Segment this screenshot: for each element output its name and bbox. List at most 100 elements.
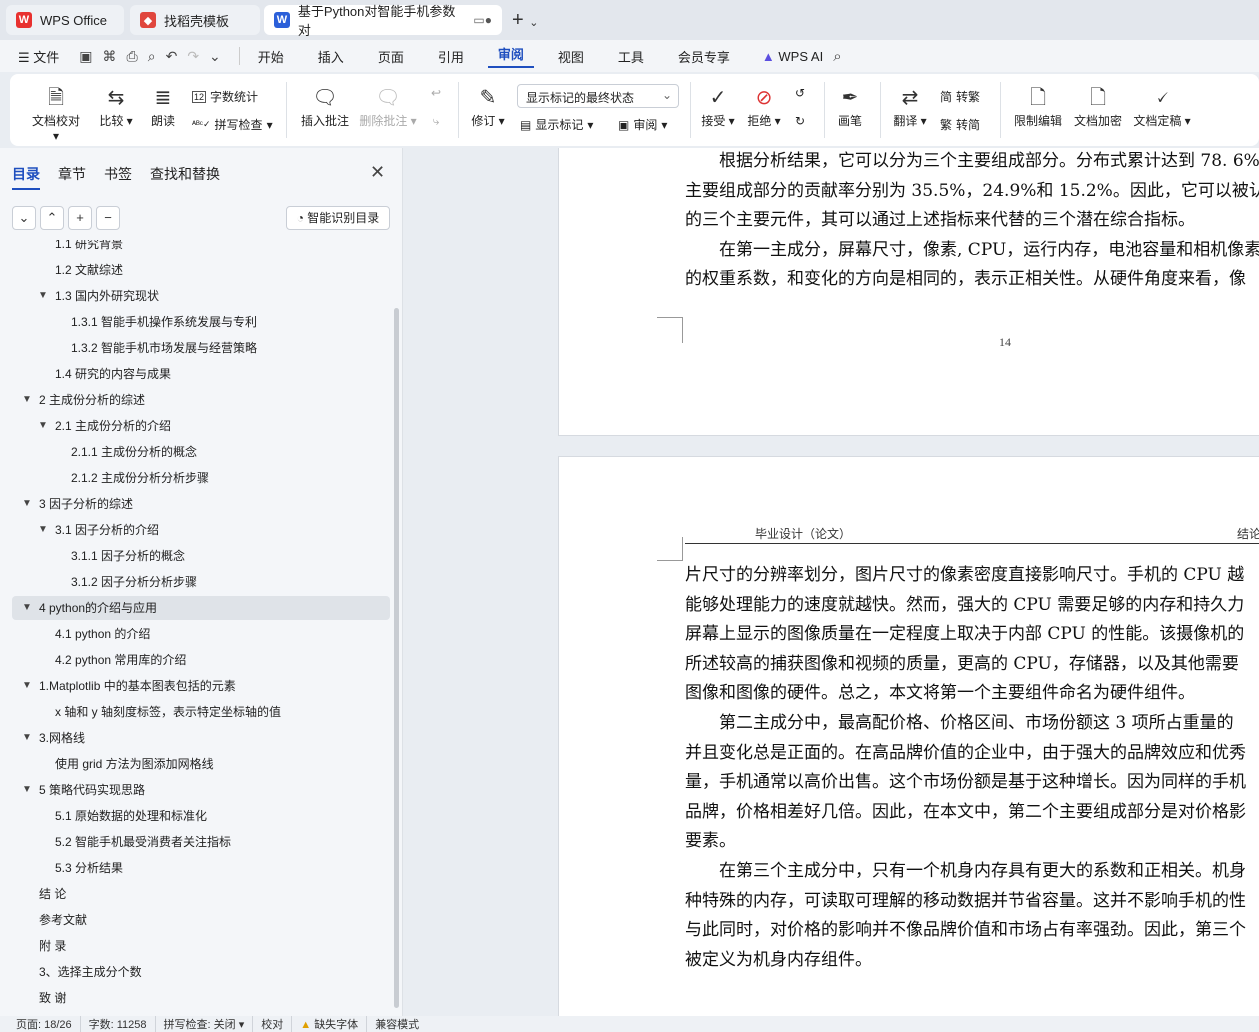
close-icon[interactable]: ✕ <box>370 162 385 183</box>
add-item-icon[interactable]: + <box>68 206 92 230</box>
delete-comment-button[interactable]: 🗨 删除批注 ▾ <box>358 84 418 129</box>
expand-all-icon[interactable]: ⌄ <box>12 206 36 230</box>
revise-button[interactable]: ✎ 修订 ▾ <box>468 84 508 129</box>
menu-home[interactable]: 开始 <box>248 47 294 66</box>
toc-item[interactable]: 2.1.2 主成份分析分析步骤 <box>12 466 390 490</box>
tab-document[interactable]: W 基于Python对智能手机参数对 ▭ ● <box>264 4 502 38</box>
more-dropdown-icon[interactable]: ⌄ <box>209 48 221 65</box>
menu-wps-ai[interactable]: ▲ WPS AI <box>752 49 833 64</box>
toc-item[interactable]: 1.3.2 智能手机市场发展与经营策略 <box>12 336 390 360</box>
toc-item[interactable]: 3.1.1 因子分析的概念 <box>12 544 390 568</box>
expand-triangle-icon[interactable]: ▼ <box>22 388 32 412</box>
toc-item[interactable]: 3.1.2 因子分析分析步骤 <box>12 570 390 594</box>
expand-triangle-icon[interactable]: ▼ <box>22 596 32 620</box>
expand-triangle-icon[interactable]: ▼ <box>38 284 48 308</box>
toc-item[interactable]: 5.3 分析结果 <box>12 856 390 880</box>
expand-triangle-icon[interactable]: ▼ <box>38 518 48 542</box>
toc-item[interactable]: 3、选择主成分个数 <box>12 960 390 984</box>
doc-check-button[interactable]: 🗎 文档校对 ▾ <box>28 84 84 143</box>
toc-item[interactable]: 结 论 <box>12 882 390 906</box>
toc-item[interactable]: 参考文献 <box>12 908 390 932</box>
pen-button[interactable]: ✒ 画笔 <box>834 84 866 129</box>
translate-button[interactable]: ⇄ 翻译 ▾ <box>888 84 932 129</box>
toc-item[interactable]: 2.1.1 主成份分析的概念 <box>12 440 390 464</box>
next-comment-button[interactable]: ⤷ <box>426 114 446 129</box>
spell-check-button[interactable]: ᴬᴮᶜ✓ 拼写检查 ▾ <box>192 116 273 133</box>
compare-button[interactable]: ⇆ 比较 ▾ <box>96 84 136 129</box>
to-traditional-button[interactable]: 简 转繁 <box>940 88 980 105</box>
markup-state-select[interactable]: 显示标记的最终状态 ⌄ <box>517 84 679 108</box>
to-simplified-button[interactable]: 繁 转简 <box>940 116 980 133</box>
remove-item-icon[interactable]: − <box>96 206 120 230</box>
tab-wps-office[interactable]: W WPS Office <box>6 5 124 35</box>
finalize-button[interactable]: 🗸 文档定稿 ▾ <box>1130 84 1194 129</box>
undo-icon[interactable]: ↶ <box>166 48 178 65</box>
toc-item[interactable]: 使用 grid 方法为图添加网格线 <box>12 752 390 776</box>
share-icon[interactable]: ⌘ <box>103 48 117 65</box>
expand-triangle-icon[interactable]: ▼ <box>38 414 48 438</box>
menu-file[interactable]: ☰ 文件 <box>0 47 69 66</box>
reject-button[interactable]: ⊘ 拒绝 ▾ <box>744 84 784 129</box>
toc-item[interactable]: ▼ 2.1 主成份分析的介绍 <box>12 414 390 438</box>
prev-change-button[interactable]: ↺ <box>790 86 810 100</box>
toc-item[interactable]: ▼ 3.1 因子分析的介绍 <box>12 518 390 542</box>
toc-item[interactable]: 5.1 原始数据的处理和标准化 <box>12 804 390 828</box>
toc-item[interactable]: ▼ 5 策略代码实现思路 <box>12 778 390 802</box>
save-icon[interactable]: ▣ <box>79 48 92 65</box>
spell-check-indicator[interactable]: 拼写检查: 关闭 ▾ <box>156 1016 254 1032</box>
page-indicator[interactable]: 页面: 18/26 <box>0 1016 81 1032</box>
toc-item[interactable]: 1.1 研究背景 <box>12 240 390 256</box>
collapse-icon[interactable]: ⌃ <box>40 206 64 230</box>
toc-item[interactable]: 1.4 研究的内容与成果 <box>12 362 390 386</box>
tab-toc[interactable]: 目录 <box>12 164 40 190</box>
toc-item[interactable]: ▼ 1.3 国内外研究现状 <box>12 284 390 308</box>
toc-item[interactable]: 4.2 python 常用库的介绍 <box>12 648 390 672</box>
menu-view[interactable]: 视图 <box>548 47 594 66</box>
expand-triangle-icon[interactable]: ▼ <box>22 674 32 698</box>
toc-item[interactable]: ▼ 2 主成份分析的综述 <box>12 388 390 412</box>
prev-comment-button[interactable]: ↩ <box>426 86 446 100</box>
encrypt-button[interactable]: 🗋 文档加密 <box>1070 84 1126 129</box>
tab-find-replace[interactable]: 查找和替换 <box>150 164 220 190</box>
new-tab-plus-icon[interactable]: + ⌄ <box>512 9 538 32</box>
search-icon[interactable]: ⌕ <box>833 48 841 65</box>
menu-member[interactable]: 会员专享 <box>668 47 740 66</box>
word-count-button[interactable]: 12 字数统计 <box>192 88 258 105</box>
toc-item[interactable]: 致 谢 <box>12 986 390 1010</box>
toc-item[interactable]: 附 录 <box>12 934 390 958</box>
show-markup-button[interactable]: ▤ 显示标记 ▾ <box>520 116 593 133</box>
redo-icon[interactable]: ↷ <box>187 48 199 65</box>
print-preview-icon[interactable]: ⌕ <box>148 48 156 65</box>
menu-page[interactable]: 页面 <box>368 47 414 66</box>
menu-insert[interactable]: 插入 <box>308 47 354 66</box>
document-canvas[interactable]: 根据分析结果，它可以分为三个主要组成部分。分布式累计达到 78. 6% 主要组成部… <box>404 148 1259 1016</box>
read-aloud-button[interactable]: ≣ 朗读 <box>146 84 180 129</box>
toc-item[interactable]: x 轴和 y 轴刻度标签，表示特定坐标轴的值 <box>12 700 390 724</box>
tab-template[interactable]: ◆ 找稻壳模板 <box>130 5 260 35</box>
insert-comment-button[interactable]: 🗨 插入批注 <box>298 84 352 129</box>
print-icon[interactable]: ⎙ <box>127 48 138 65</box>
toc-item[interactable]: 1.3.1 智能手机操作系统发展与专利 <box>12 310 390 334</box>
menu-tools[interactable]: 工具 <box>608 47 654 66</box>
expand-triangle-icon[interactable]: ▼ <box>22 778 32 802</box>
toc-item[interactable]: 1.2 文献综述 <box>12 258 390 282</box>
proof-indicator[interactable]: 校对 <box>253 1016 293 1032</box>
accept-button[interactable]: ✓ 接受 ▾ <box>698 84 738 129</box>
menu-review[interactable]: 审阅 <box>487 44 534 68</box>
unsaved-dot-icon[interactable]: ● <box>485 13 492 27</box>
next-change-button[interactable]: ↻ <box>790 114 810 128</box>
toc-item[interactable]: ▼ 1.Matplotlib 中的基本图表包括的元素 <box>12 674 390 698</box>
review-pane-button[interactable]: ▣ 审阅 ▾ <box>618 116 667 133</box>
smart-toc-button[interactable]: ◔ 智能识别目录 <box>286 206 390 230</box>
expand-triangle-icon[interactable]: ▼ <box>22 492 32 516</box>
word-count-indicator[interactable]: 字数: 11258 <box>81 1016 156 1032</box>
toc-item[interactable]: ▼ 4 python的介绍与应用 <box>12 596 390 620</box>
missing-font-indicator[interactable]: ▲ 缺失字体 <box>292 1016 368 1032</box>
toc-item[interactable]: ▼ 3.网格线 <box>12 726 390 750</box>
restrict-edit-button[interactable]: 🗋 限制编辑 <box>1010 84 1066 129</box>
toc-item[interactable]: 5.2 智能手机最受消费者关注指标 <box>12 830 390 854</box>
tab-chapter[interactable]: 章节 <box>58 164 86 190</box>
tab-bookmark[interactable]: 书签 <box>104 164 132 190</box>
toc-item[interactable]: ▼ 3 因子分析的综述 <box>12 492 390 516</box>
expand-triangle-icon[interactable]: ▼ <box>22 726 32 750</box>
